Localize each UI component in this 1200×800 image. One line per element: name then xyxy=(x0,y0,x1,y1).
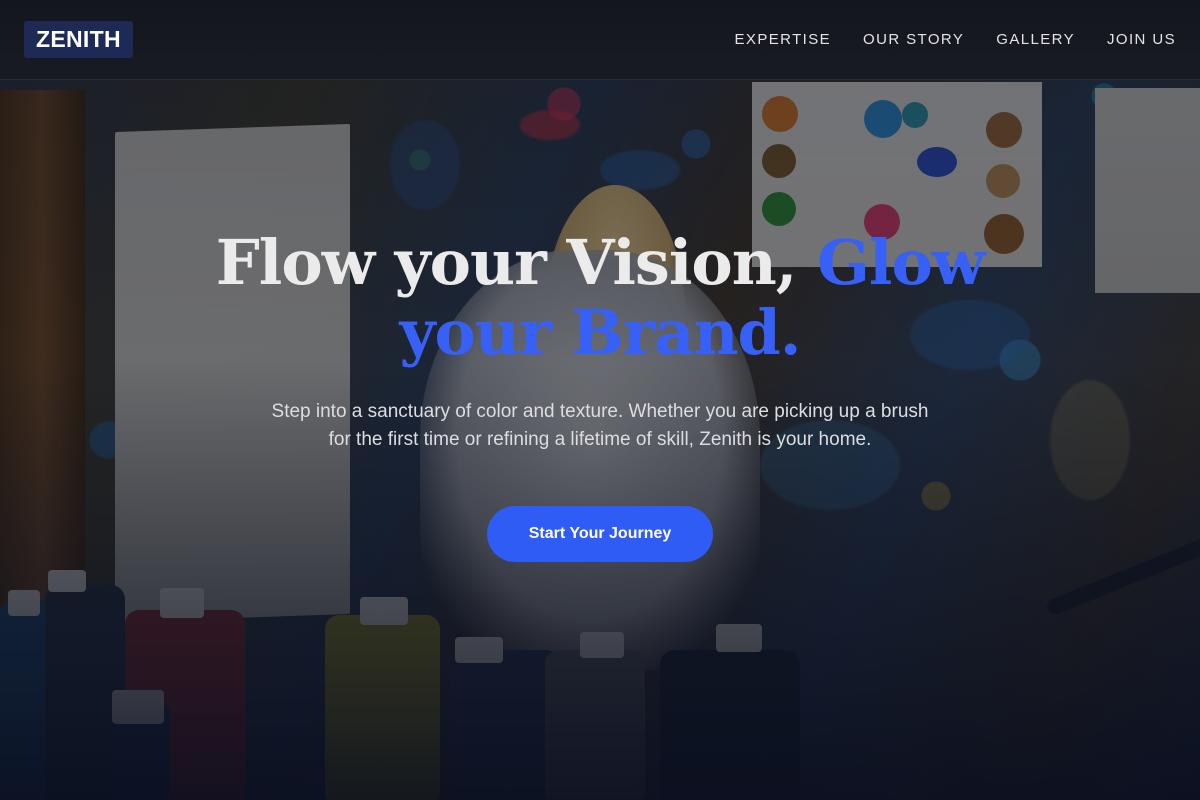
hero-headline: Flow your Vision, Glow your Brand. xyxy=(190,228,1010,368)
brand-logo[interactable]: ZENITH xyxy=(24,21,133,58)
hero-section: Flow your Vision, Glow your Brand. Step … xyxy=(0,80,1200,800)
nav-item-our-story[interactable]: OUR STORY xyxy=(863,31,964,48)
headline-part-1: Flow your Vision, xyxy=(215,226,817,299)
nav-item-expertise[interactable]: EXPERTISE xyxy=(735,31,832,48)
nav-item-join-us[interactable]: JOIN US xyxy=(1107,31,1176,48)
nav-item-gallery[interactable]: GALLERY xyxy=(996,31,1075,48)
main-nav: EXPERTISE OUR STORY GALLERY JOIN US xyxy=(735,31,1176,48)
hero-subtext: Step into a sanctuary of color and textu… xyxy=(271,401,929,450)
start-journey-button[interactable]: Start Your Journey xyxy=(487,506,713,562)
site-header: ZENITH EXPERTISE OUR STORY GALLERY JOIN … xyxy=(0,0,1200,80)
